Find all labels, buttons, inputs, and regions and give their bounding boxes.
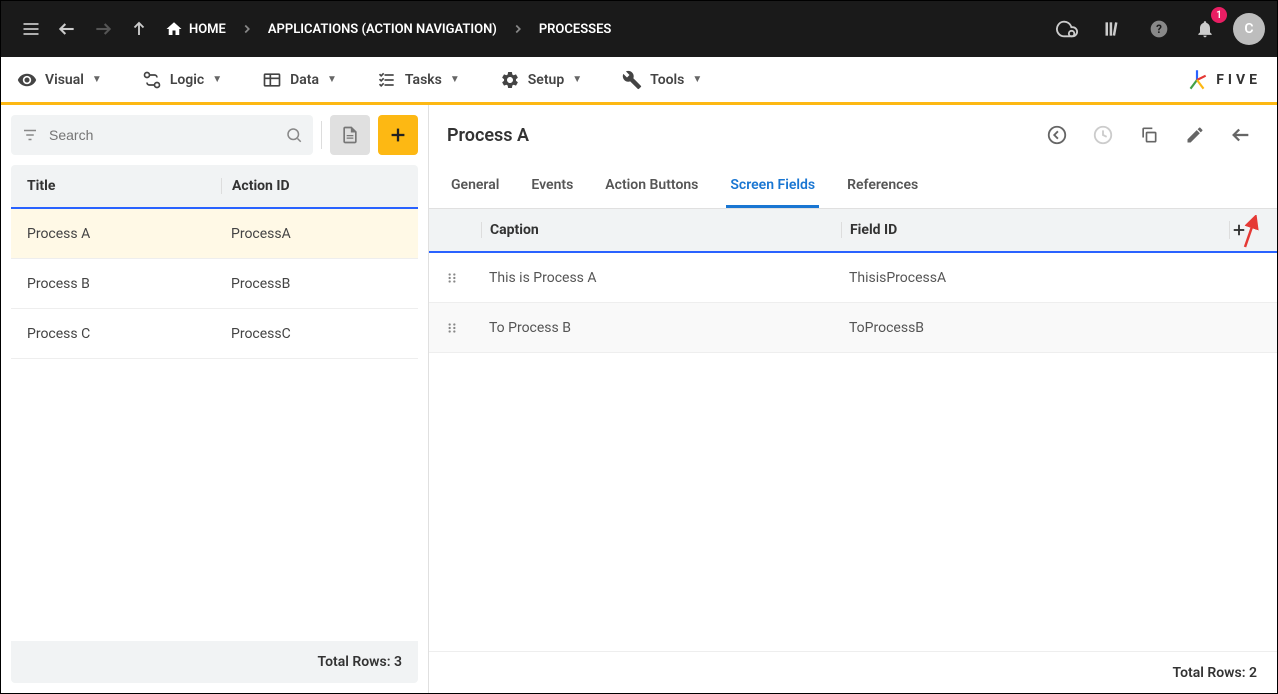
up-icon[interactable] (121, 11, 157, 47)
menu-tools[interactable]: Tools ▼ (622, 70, 702, 90)
menu-icon[interactable] (13, 11, 49, 47)
menu-bar: Visual ▼ Logic ▼ Data ▼ Tasks ▼ Setup ▼ … (1, 57, 1277, 105)
right-total-rows: Total Rows: 2 (1173, 665, 1257, 681)
history-icon (1085, 117, 1121, 153)
add-field-button[interactable] (1229, 221, 1277, 239)
brand-label: FIVE (1216, 72, 1261, 88)
row-action: ProcessA (221, 226, 418, 242)
main: Title Action ID Process AProcessAProcess… (1, 105, 1277, 693)
left-table-body: Process AProcessAProcess BProcessBProces… (11, 209, 418, 359)
menu-visual-label: Visual (45, 72, 84, 88)
drag-handle-icon[interactable] (445, 321, 481, 335)
breadcrumb: HOME APPLICATIONS (ACTION NAVIGATION) PR… (157, 20, 1049, 38)
row-title: Process C (11, 326, 221, 342)
menu-tasks[interactable]: Tasks ▼ (377, 70, 460, 90)
row-title: Process A (11, 226, 221, 242)
row-caption: This is Process A (481, 270, 841, 286)
tabs: General Events Action Buttons Screen Fields… (429, 165, 1277, 209)
chevron-right-icon (240, 22, 254, 36)
breadcrumb-applications-label: APPLICATIONS (ACTION NAVIGATION) (268, 22, 497, 37)
notifications-icon[interactable]: 1 (1187, 11, 1223, 47)
copy-icon[interactable] (1131, 117, 1167, 153)
left-toolbar (1, 105, 428, 165)
brand-logo: FIVE (1184, 67, 1261, 93)
avatar-initial: C (1244, 21, 1253, 37)
library-icon[interactable] (1095, 11, 1131, 47)
chevron-down-icon: ▼ (212, 74, 222, 85)
left-table-header: Title Action ID (11, 165, 418, 209)
menu-setup[interactable]: Setup ▼ (500, 70, 582, 90)
avatar[interactable]: C (1233, 13, 1265, 45)
tab-references[interactable]: References (843, 165, 922, 208)
chevron-down-icon: ▼ (692, 74, 702, 85)
row-fieldid: ThisisProcessA (841, 270, 1277, 286)
row-action: ProcessC (221, 326, 418, 342)
help-icon[interactable]: ? (1141, 11, 1177, 47)
menu-setup-label: Setup (528, 72, 564, 88)
row-title: Process B (11, 276, 221, 292)
search-box[interactable] (11, 115, 313, 155)
search-icon[interactable] (285, 126, 303, 144)
top-bar: HOME APPLICATIONS (ACTION NAVIGATION) PR… (1, 1, 1277, 57)
divider (321, 121, 322, 149)
right-panel: Process A General Events Action Buttons Scr… (429, 105, 1277, 693)
right-header: Process A (429, 105, 1277, 165)
left-footer: Total Rows: 3 (11, 641, 418, 683)
right-table-header: Caption Field ID (429, 209, 1277, 253)
row-caption: To Process B (481, 320, 841, 336)
table-row[interactable]: This is Process AThisisProcessA (429, 253, 1277, 303)
breadcrumb-applications[interactable]: APPLICATIONS (ACTION NAVIGATION) (260, 22, 505, 37)
chevron-down-icon: ▼ (572, 74, 582, 85)
forward-icon (85, 11, 121, 47)
table-row[interactable]: Process AProcessA (11, 209, 418, 259)
caption-column-header[interactable]: Caption (481, 222, 841, 238)
back-icon[interactable] (49, 11, 85, 47)
chevron-down-icon: ▼ (450, 74, 460, 85)
chevron-right-icon (511, 22, 525, 36)
undo-icon[interactable] (1039, 117, 1075, 153)
tab-events[interactable]: Events (527, 165, 577, 208)
breadcrumb-home-label: HOME (189, 22, 226, 37)
fieldid-column-header[interactable]: Field ID (841, 222, 1229, 238)
menu-tools-label: Tools (650, 72, 684, 88)
menu-data-label: Data (290, 72, 319, 88)
row-action: ProcessB (221, 276, 418, 292)
menu-visual[interactable]: Visual ▼ (17, 70, 102, 90)
tab-general[interactable]: General (447, 165, 503, 208)
left-total-rows: Total Rows: 3 (318, 654, 402, 670)
page-title: Process A (447, 125, 1029, 146)
add-button[interactable] (378, 115, 418, 155)
back-arrow-icon[interactable] (1223, 117, 1259, 153)
filter-icon[interactable] (21, 126, 39, 144)
cloud-icon[interactable] (1049, 11, 1085, 47)
left-table: Title Action ID Process AProcessAProcess… (1, 165, 428, 641)
edit-icon[interactable] (1177, 117, 1213, 153)
right-body: Caption Field ID This is Process AThisis… (429, 209, 1277, 693)
chevron-down-icon: ▼ (327, 74, 337, 85)
table-row[interactable]: Process CProcessC (11, 309, 418, 359)
menu-tasks-label: Tasks (405, 72, 442, 88)
drag-handle-icon[interactable] (445, 271, 481, 285)
left-panel: Title Action ID Process AProcessAProcess… (1, 105, 429, 693)
breadcrumb-processes-label: PROCESSES (539, 22, 612, 37)
tab-screen-fields[interactable]: Screen Fields (726, 165, 819, 208)
right-footer: Total Rows: 2 (429, 651, 1277, 693)
table-row[interactable]: Process BProcessB (11, 259, 418, 309)
document-button[interactable] (330, 115, 370, 155)
breadcrumb-home[interactable]: HOME (157, 20, 234, 38)
breadcrumb-processes[interactable]: PROCESSES (531, 22, 620, 37)
chevron-down-icon: ▼ (92, 74, 102, 85)
notification-badge: 1 (1211, 7, 1227, 23)
right-table-body: This is Process AThisisProcessATo Proces… (429, 253, 1277, 353)
menu-logic-label: Logic (170, 72, 204, 88)
tab-action-buttons[interactable]: Action Buttons (601, 165, 702, 208)
col-title-header[interactable]: Title (11, 178, 221, 194)
search-input[interactable] (49, 127, 275, 143)
table-row[interactable]: To Process BToProcessB (429, 303, 1277, 353)
svg-text:?: ? (1156, 22, 1162, 36)
col-action-header[interactable]: Action ID (221, 178, 418, 194)
menu-logic[interactable]: Logic ▼ (142, 70, 222, 90)
menu-data[interactable]: Data ▼ (262, 70, 337, 90)
row-fieldid: ToProcessB (841, 320, 1277, 336)
